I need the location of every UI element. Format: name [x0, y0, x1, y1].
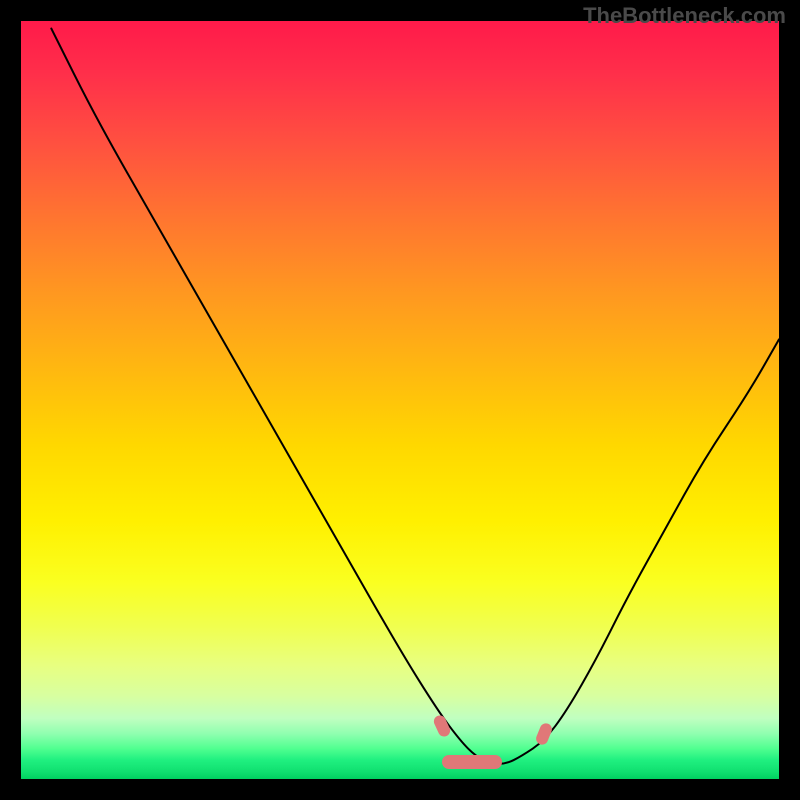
chart-container: TheBottleneck.com [0, 0, 800, 800]
highlight-marker [442, 755, 502, 769]
watermark-text: TheBottleneck.com [583, 3, 786, 29]
bottleneck-curve [51, 29, 779, 764]
highlight-marker [534, 721, 553, 746]
plot-area [21, 21, 779, 779]
highlight-marker [432, 713, 452, 738]
curve-svg [21, 21, 779, 779]
